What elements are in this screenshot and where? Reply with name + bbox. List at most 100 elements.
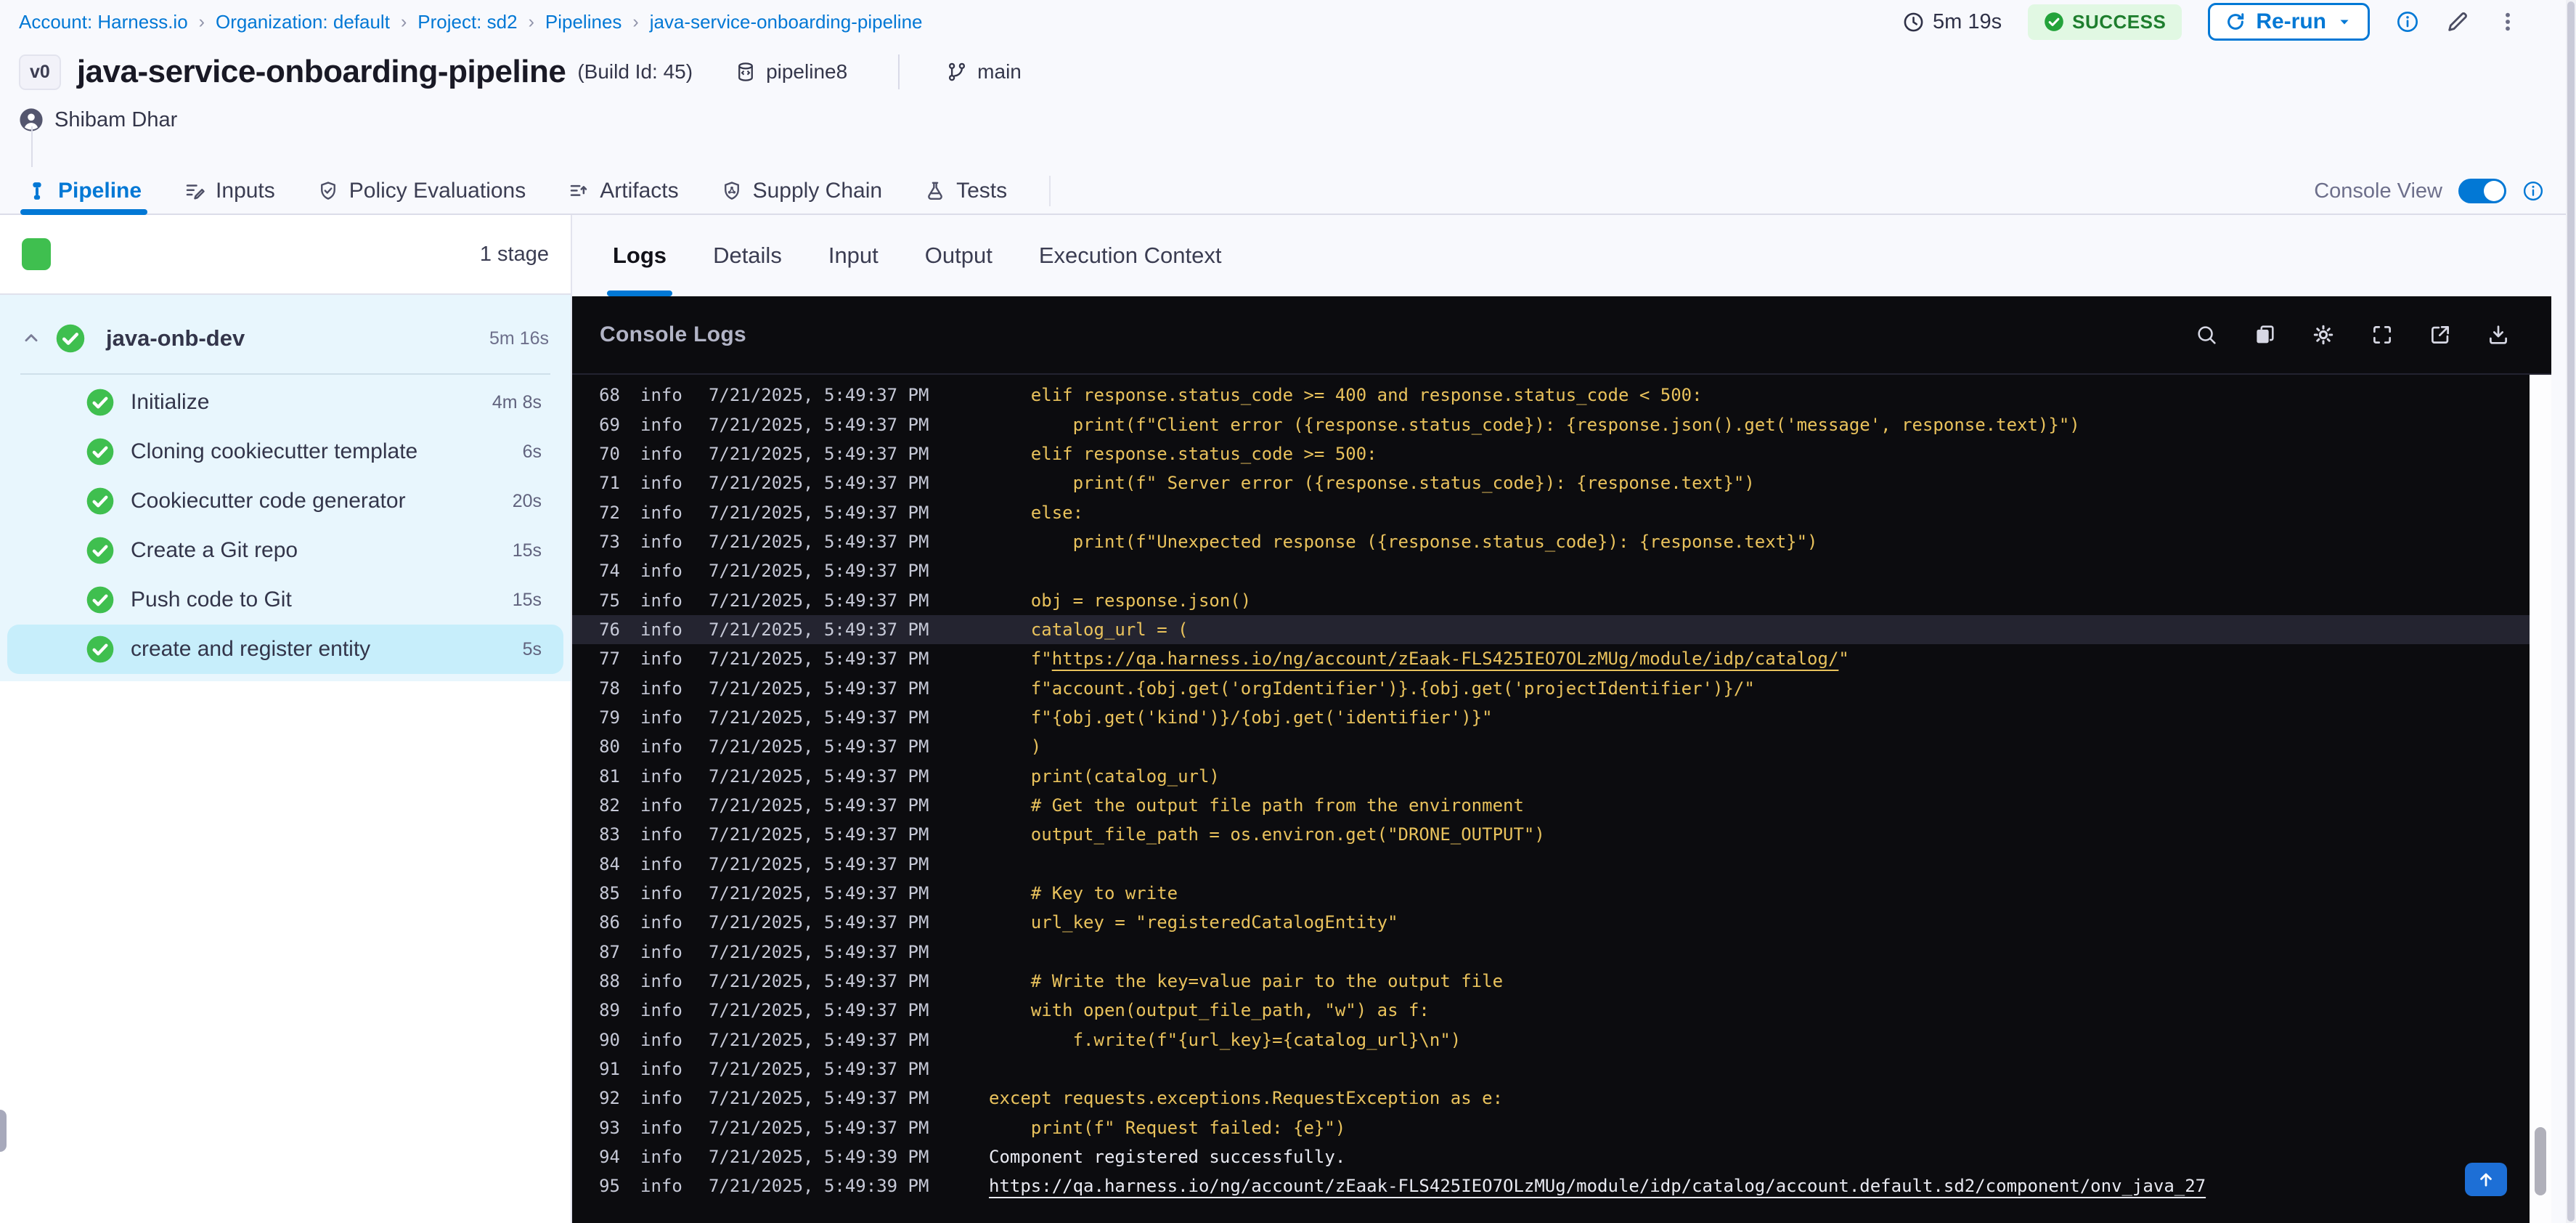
- tab-output[interactable]: Output: [925, 215, 993, 296]
- console-view-toggle[interactable]: [2458, 179, 2506, 203]
- tab-label: Input: [828, 243, 879, 268]
- console-view-info-icon[interactable]: [2522, 180, 2544, 202]
- page-scrollbar-thumb[interactable]: [2567, 1, 2575, 1222]
- tab-inputs[interactable]: Inputs: [184, 168, 275, 214]
- repo-chip[interactable]: pipeline8: [735, 60, 847, 84]
- supply-chain-shield-icon: [721, 180, 743, 202]
- step-duration: 15s: [512, 540, 542, 561]
- step-row[interactable]: Initialize 4m 8s: [7, 378, 563, 427]
- log-row: 76 info 7/21/2025, 5:49:37 PM catalog_url …: [572, 614, 2551, 645]
- log-message: print(catalog_url): [989, 765, 1220, 787]
- version-badge: v0: [19, 54, 61, 90]
- success-check-icon: [86, 437, 115, 466]
- log-message: f"https://qa.harness.io/ng/account/zEaak…: [989, 649, 1849, 670]
- log-row: 71 info 7/21/2025, 5:49:37 PM print(f" Ser…: [599, 473, 1755, 494]
- log-row: 92 info 7/21/2025, 5:49:37 PM except reques…: [599, 1088, 1504, 1109]
- info-icon[interactable]: [2396, 10, 2419, 33]
- tab-logs[interactable]: Logs: [606, 215, 673, 296]
- divider: [1049, 176, 1051, 206]
- tab-input[interactable]: Input: [828, 215, 879, 296]
- log-message: Component registered successfully.: [989, 1147, 1346, 1168]
- console-scrollbar[interactable]: [2530, 375, 2551, 1223]
- stage-name: java-onb-dev: [106, 325, 245, 351]
- step-row[interactable]: Create a Git repo 15s: [7, 526, 563, 575]
- success-check-icon: [86, 635, 115, 664]
- breadcrumb-link[interactable]: Pipelines: [545, 11, 622, 33]
- log-message: with open(output_file_path, "w") as f:: [989, 1000, 1430, 1021]
- log-message: # Get the output file path from the envi…: [989, 795, 1524, 816]
- log-row: 85 info 7/21/2025, 5:49:37 PM # Key to wri…: [599, 883, 1178, 904]
- console-view-label: Console View: [2314, 179, 2442, 203]
- step-duration: 4m 8s: [492, 391, 542, 413]
- status-label: SUCCESS: [2072, 10, 2167, 33]
- clock-icon: [1902, 11, 1925, 33]
- stage-row-java-onb-dev[interactable]: java-onb-dev 5m 16s: [0, 305, 571, 372]
- console-scrollbar-thumb[interactable]: [2535, 1127, 2546, 1195]
- tab-policy-evaluations[interactable]: Policy Evaluations: [317, 168, 526, 214]
- step-row[interactable]: Cloning cookiecutter template 6s: [7, 427, 563, 476]
- page-scrollbar[interactable]: [2566, 0, 2576, 1223]
- rerun-button[interactable]: Re-run: [2208, 3, 2370, 41]
- tab-supply-chain[interactable]: Supply Chain: [721, 168, 882, 214]
- log-link[interactable]: https://qa.harness.io/ng/account/zEaak-F…: [989, 1176, 2206, 1196]
- tab-execution-context[interactable]: Execution Context: [1039, 215, 1222, 296]
- search-icon[interactable]: [2194, 322, 2219, 347]
- log-message: print(f"Unexpected response ({response.s…: [989, 531, 1818, 552]
- chevron-up-icon[interactable]: [22, 329, 41, 348]
- breadcrumb-link[interactable]: java-service-onboarding-pipeline: [650, 11, 923, 33]
- build-id: (Build Id: 45): [577, 60, 693, 83]
- kebab-menu-icon[interactable]: [2496, 10, 2519, 33]
- execution-duration: 5m 19s: [1902, 10, 2002, 34]
- breadcrumb-separator: ›: [400, 11, 407, 32]
- duration-value: 5m 19s: [1933, 9, 2002, 33]
- breadcrumb-link[interactable]: Organization: default: [216, 11, 390, 33]
- log-row: 89 info 7/21/2025, 5:49:37 PM with open(ou…: [599, 1000, 1430, 1021]
- tab-label: Tests: [956, 179, 1008, 203]
- settings-gear-icon[interactable]: [2310, 322, 2336, 348]
- panel-resize-handle[interactable]: [0, 1110, 7, 1152]
- step-detail-tabs: Logs Details Input Output Execution Cont…: [572, 215, 2551, 296]
- log-row: 95 info 7/21/2025, 5:49:39 PM https://qa.ha…: [599, 1176, 2206, 1197]
- success-check-icon: [86, 388, 115, 417]
- step-duration: 20s: [512, 490, 542, 511]
- log-row: 81 info 7/21/2025, 5:49:37 PM print(catalo…: [599, 765, 1220, 787]
- console-log-body[interactable]: 68 info 7/21/2025, 5:49:37 PM elif respons…: [572, 375, 2551, 1223]
- log-link[interactable]: https://qa.harness.io/ng/account/zEaak-F…: [1052, 649, 1839, 669]
- fullscreen-icon[interactable]: [2370, 322, 2394, 347]
- log-row: 77 info 7/21/2025, 5:49:37 PM f"https://qa…: [599, 649, 1849, 670]
- log-message: obj = response.json(): [989, 590, 1252, 611]
- open-external-icon[interactable]: [2428, 322, 2453, 347]
- log-row: 86 info 7/21/2025, 5:49:37 PM url_key = "r…: [599, 912, 1398, 933]
- tab-tests[interactable]: Tests: [924, 168, 1007, 214]
- step-row[interactable]: create and register entity 5s: [7, 625, 563, 674]
- step-row[interactable]: Push code to Git 15s: [7, 575, 563, 625]
- status-badge: SUCCESS: [2028, 4, 2182, 40]
- tab-details[interactable]: Details: [713, 215, 782, 296]
- log-message: f"{obj.get('kind')}/{obj.get('identifier…: [989, 707, 1493, 728]
- toggle-knob: [2484, 181, 2504, 201]
- log-message: except requests.exceptions.RequestExcept…: [989, 1088, 1504, 1109]
- download-icon[interactable]: [2486, 322, 2511, 347]
- copy-icon[interactable]: [2252, 322, 2277, 347]
- step-duration: 5s: [522, 638, 542, 659]
- log-row: 72 info 7/21/2025, 5:49:37 PM else:: [599, 502, 1084, 523]
- breadcrumb-link[interactable]: Account: Harness.io: [19, 11, 188, 33]
- execution-tab-bar: Pipeline Inputs Policy Evaluations Artif…: [0, 168, 2576, 215]
- breadcrumb-link[interactable]: Project: sd2: [417, 11, 517, 33]
- scroll-to-top-button[interactable]: [2465, 1163, 2507, 1196]
- edit-pencil-icon[interactable]: [2445, 9, 2470, 34]
- stage-status-square[interactable]: [22, 238, 51, 270]
- step-row[interactable]: Cookiecutter code generator 20s: [7, 476, 563, 526]
- log-message: # Write the key=value pair to the output…: [989, 971, 1504, 992]
- shield-check-icon: [317, 180, 339, 202]
- log-message: elif response.status_code >= 500:: [989, 443, 1377, 464]
- log-message: output_file_path = os.environ.get("DRONE…: [989, 824, 1545, 845]
- log-row: 69 info 7/21/2025, 5:49:37 PM print(f"Clie…: [599, 414, 2080, 435]
- tab-artifacts[interactable]: Artifacts: [568, 168, 679, 214]
- branch-chip[interactable]: main: [946, 60, 1022, 84]
- tab-label: Pipeline: [58, 179, 142, 203]
- tab-pipeline[interactable]: Pipeline: [20, 168, 148, 215]
- repo-name: pipeline8: [766, 60, 848, 83]
- log-rows: 68 info 7/21/2025, 5:49:37 PM elif respons…: [572, 381, 2551, 1201]
- log-row: 90 info 7/21/2025, 5:49:37 PM f.write(f"{u…: [599, 1029, 1462, 1050]
